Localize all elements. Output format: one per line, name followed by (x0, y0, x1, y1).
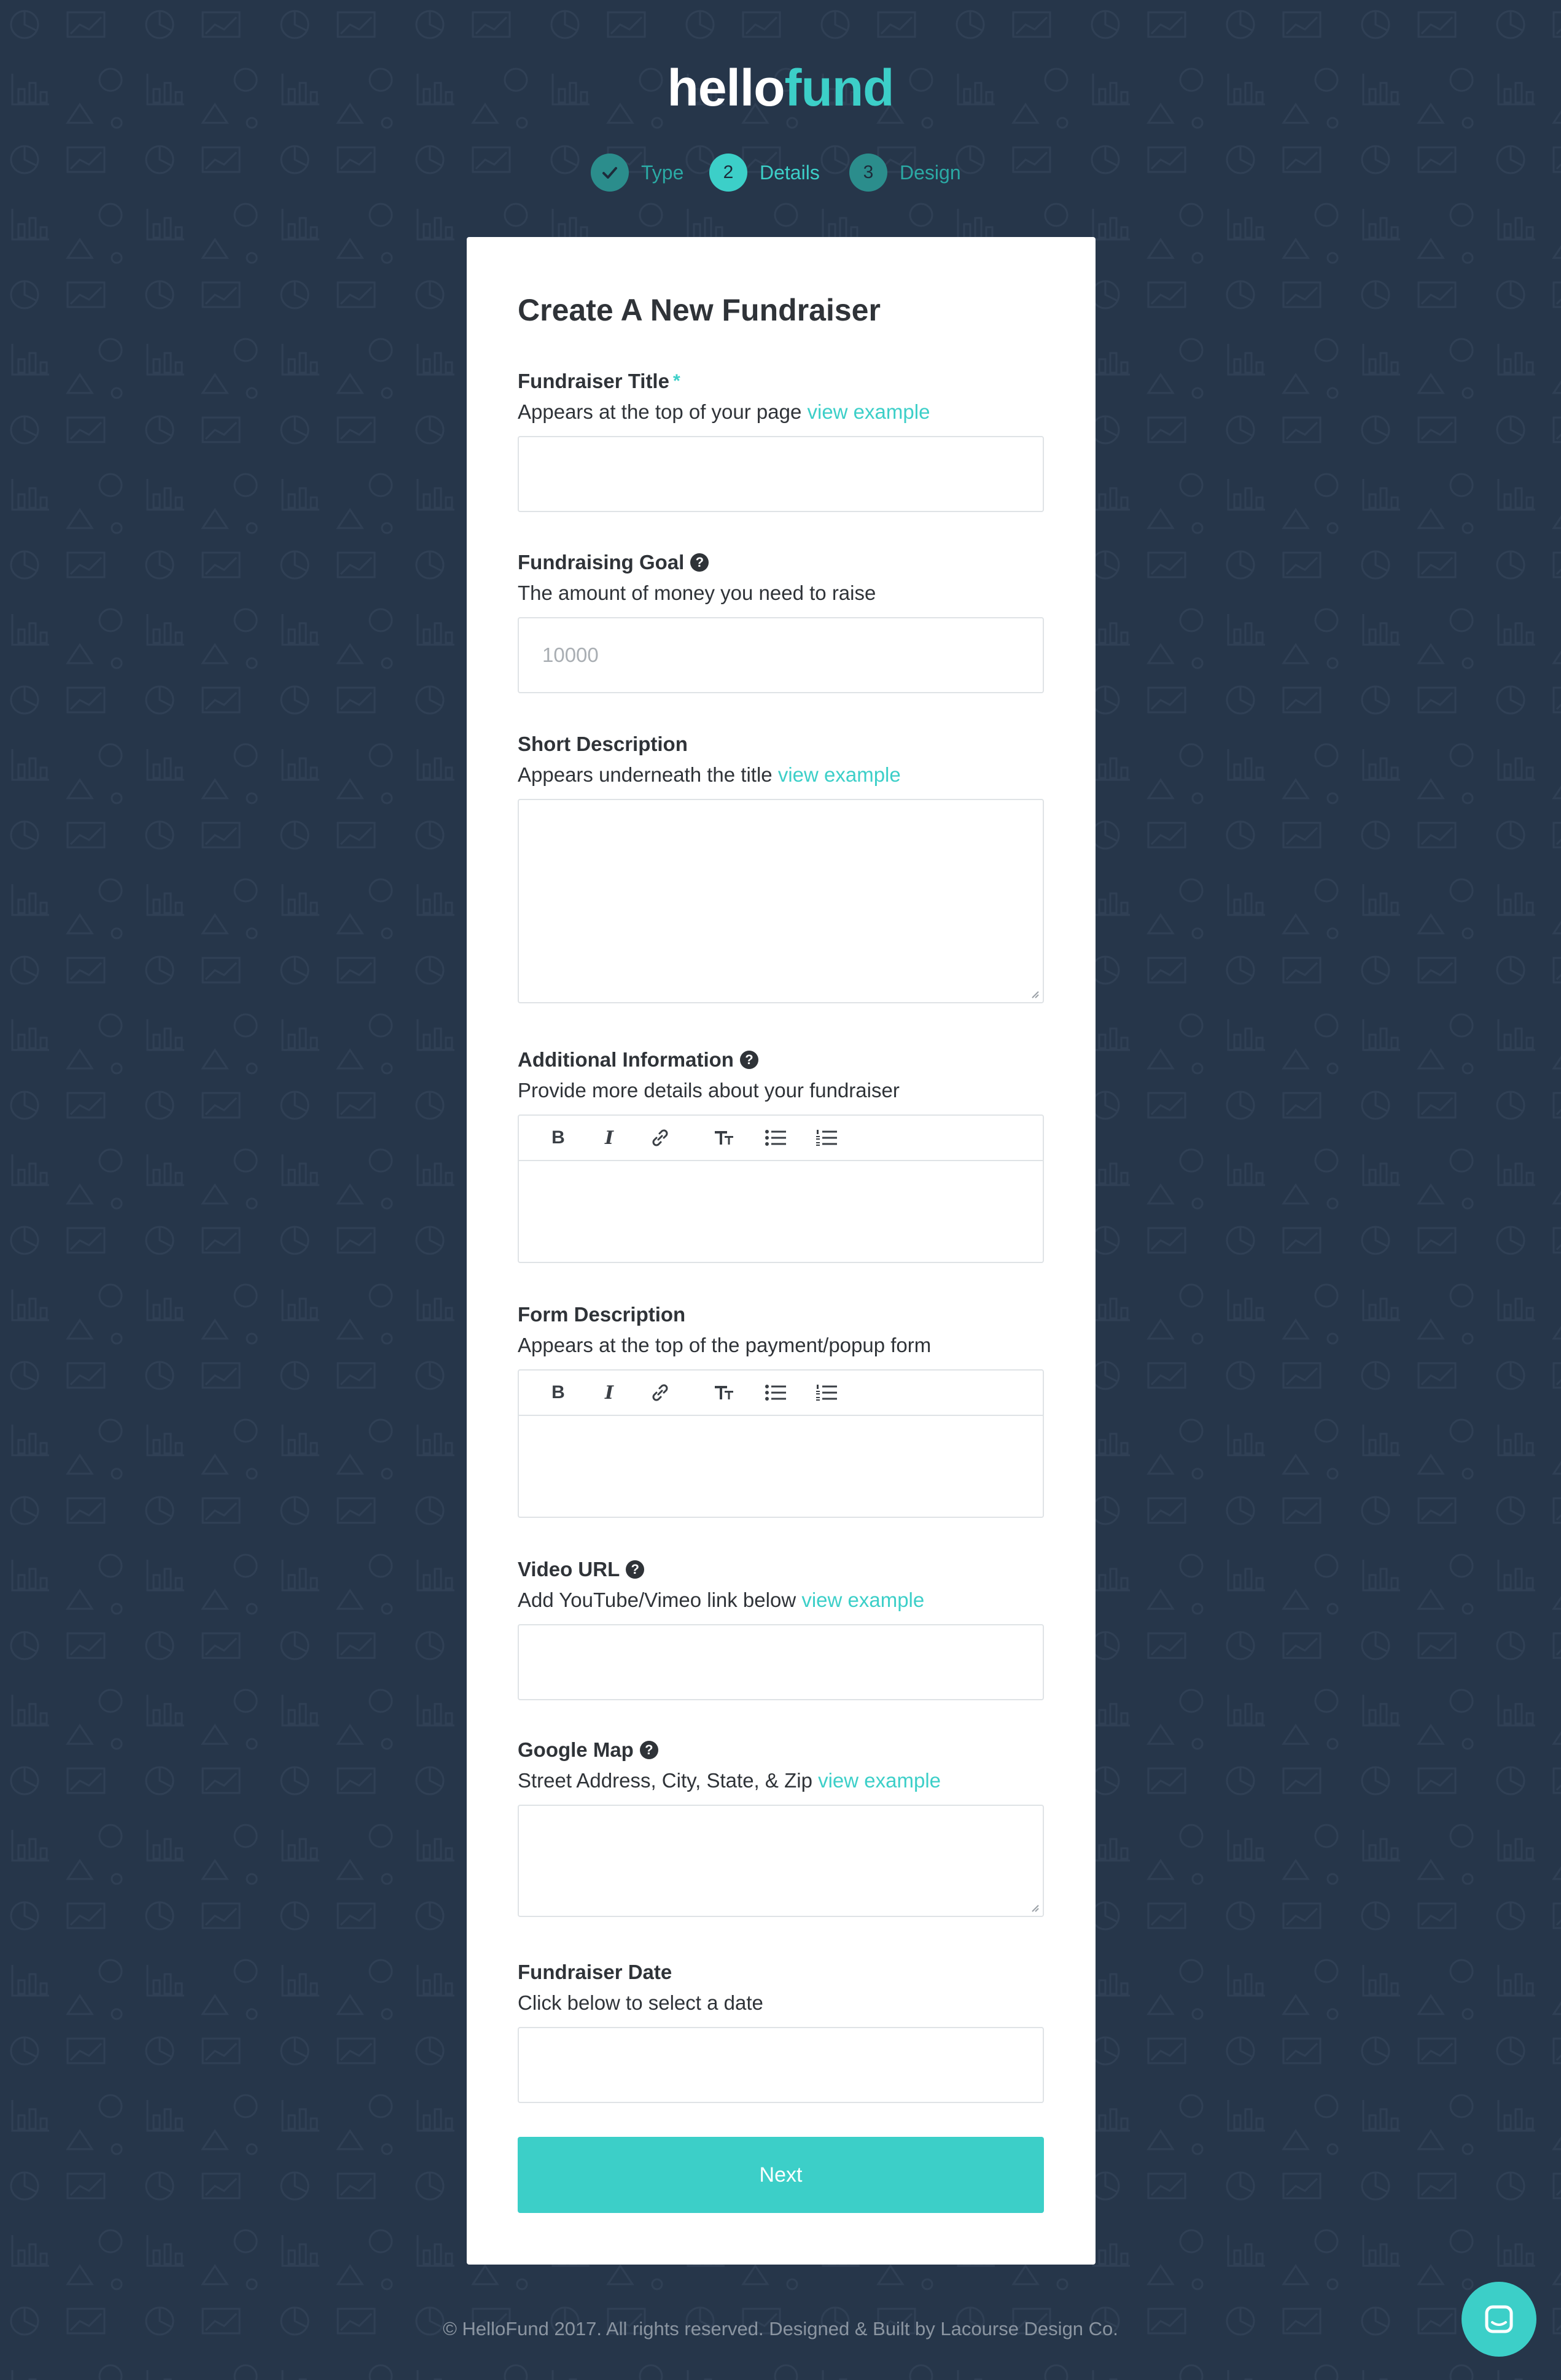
additional-information-label: Additional Information (518, 1048, 734, 1071)
fundraiser-date-input[interactable] (518, 2027, 1044, 2103)
step-design[interactable]: 3 Design (849, 154, 961, 192)
fundraiser-title-label: Fundraiser Title (518, 370, 669, 392)
numbered-list-icon[interactable] (814, 1126, 839, 1150)
numbered-list-icon[interactable] (814, 1380, 839, 1405)
editor-toolbar: B I (519, 1116, 1043, 1161)
step-type-label: Type (641, 161, 684, 184)
fundraiser-date-hint: Click below to select a date (518, 1991, 763, 2014)
step-details[interactable]: 2 Details (709, 154, 820, 192)
google-map-hint: Street Address, City, State, & Zip (518, 1769, 812, 1792)
bulleted-list-icon[interactable] (763, 1126, 788, 1150)
view-example-link[interactable]: view example (818, 1769, 941, 1792)
additional-information-hint: Provide more details about your fundrais… (518, 1079, 900, 1102)
short-description-label: Short Description (518, 733, 688, 755)
field-short-description: Short Description Appears underneath the… (518, 732, 1044, 1003)
required-mark: * (672, 371, 680, 391)
resize-handle-icon[interactable] (1029, 1902, 1039, 1912)
short-description-textarea[interactable] (518, 799, 1044, 1003)
footer-copyright: © HelloFund 2017. All rights reserved. D… (443, 2318, 1118, 2339)
step-details-number: 2 (709, 154, 747, 192)
field-form-description: Form Description Appears at the top of t… (518, 1302, 1044, 1518)
field-fundraiser-title: Fundraiser Title * Appears at the top of… (518, 369, 1044, 512)
brand-logo-part2: fund (784, 59, 895, 117)
field-video-url: Video URL ? Add YouTube/Vimeo link below… (518, 1557, 1044, 1700)
fundraising-goal-input[interactable]: 10000 (518, 617, 1044, 693)
help-icon[interactable]: ? (739, 1051, 758, 1069)
additional-information-editor: B I (518, 1114, 1044, 1263)
chat-icon (1485, 2305, 1513, 2333)
field-fundraising-goal: Fundraising Goal ? The amount of money y… (518, 550, 1044, 693)
view-example-link[interactable]: view example (778, 763, 901, 786)
link-icon[interactable] (648, 1380, 672, 1405)
editor-toolbar: B I (519, 1371, 1043, 1416)
fundraiser-date-label: Fundraiser Date (518, 1961, 672, 1983)
video-url-input[interactable] (518, 1624, 1044, 1700)
step-design-number: 3 (849, 154, 887, 192)
next-button[interactable]: Next (518, 2137, 1044, 2213)
form-description-label: Form Description (518, 1303, 686, 1326)
check-icon (591, 154, 629, 192)
bold-icon[interactable]: B (546, 1126, 570, 1150)
bulleted-list-icon[interactable] (763, 1380, 788, 1405)
fundraising-goal-label: Fundraising Goal (518, 551, 685, 574)
help-icon[interactable]: ? (626, 1560, 645, 1579)
form-description-editor: B I (518, 1369, 1044, 1518)
google-map-label: Google Map (518, 1738, 634, 1761)
fundraising-goal-placeholder: 10000 (542, 644, 599, 666)
video-url-hint: Add YouTube/Vimeo link below (518, 1589, 796, 1611)
page-title: Create A New Fundraiser (518, 293, 881, 327)
form-description-editor-body[interactable] (519, 1416, 1043, 1517)
progress-stepper: Type 2 Details 3 Design (0, 154, 1561, 192)
additional-information-editor-body[interactable] (519, 1161, 1043, 1262)
help-icon[interactable]: ? (690, 553, 709, 572)
step-type[interactable]: Type (591, 154, 683, 192)
step-details-label: Details (760, 161, 820, 184)
fundraising-goal-hint: The amount of money you need to raise (518, 581, 876, 604)
italic-icon[interactable]: I (597, 1126, 621, 1150)
fundraiser-title-input[interactable] (518, 436, 1044, 512)
brand-logo-part1: hello (667, 59, 785, 117)
field-additional-information: Additional Information ? Provide more de… (518, 1048, 1044, 1263)
brand-logo[interactable]: hellofund (0, 54, 1561, 122)
bold-icon[interactable]: B (546, 1380, 570, 1405)
fundraiser-title-hint: Appears at the top of your page (518, 400, 802, 423)
field-google-map: Google Map ? Street Address, City, State… (518, 1738, 1044, 1917)
link-icon[interactable] (648, 1126, 672, 1150)
text-size-icon[interactable] (712, 1126, 737, 1150)
fundraiser-form-card: Create A New Fundraiser Fundraiser Title… (467, 237, 1096, 2265)
text-size-icon[interactable] (712, 1380, 737, 1405)
video-url-label: Video URL (518, 1558, 620, 1581)
resize-handle-icon[interactable] (1029, 989, 1039, 998)
field-fundraiser-date: Fundraiser Date Click below to select a … (518, 1960, 1044, 2103)
step-design-label: Design (900, 161, 961, 184)
view-example-link[interactable]: view example (808, 400, 930, 423)
view-example-link[interactable]: view example (801, 1589, 924, 1611)
help-icon[interactable]: ? (639, 1741, 658, 1759)
italic-icon[interactable]: I (597, 1380, 621, 1405)
chat-launcher-button[interactable] (1462, 2282, 1536, 2357)
form-description-hint: Appears at the top of the payment/popup … (518, 1334, 932, 1356)
google-map-textarea[interactable] (518, 1805, 1044, 1917)
short-description-hint: Appears underneath the title (518, 763, 773, 786)
